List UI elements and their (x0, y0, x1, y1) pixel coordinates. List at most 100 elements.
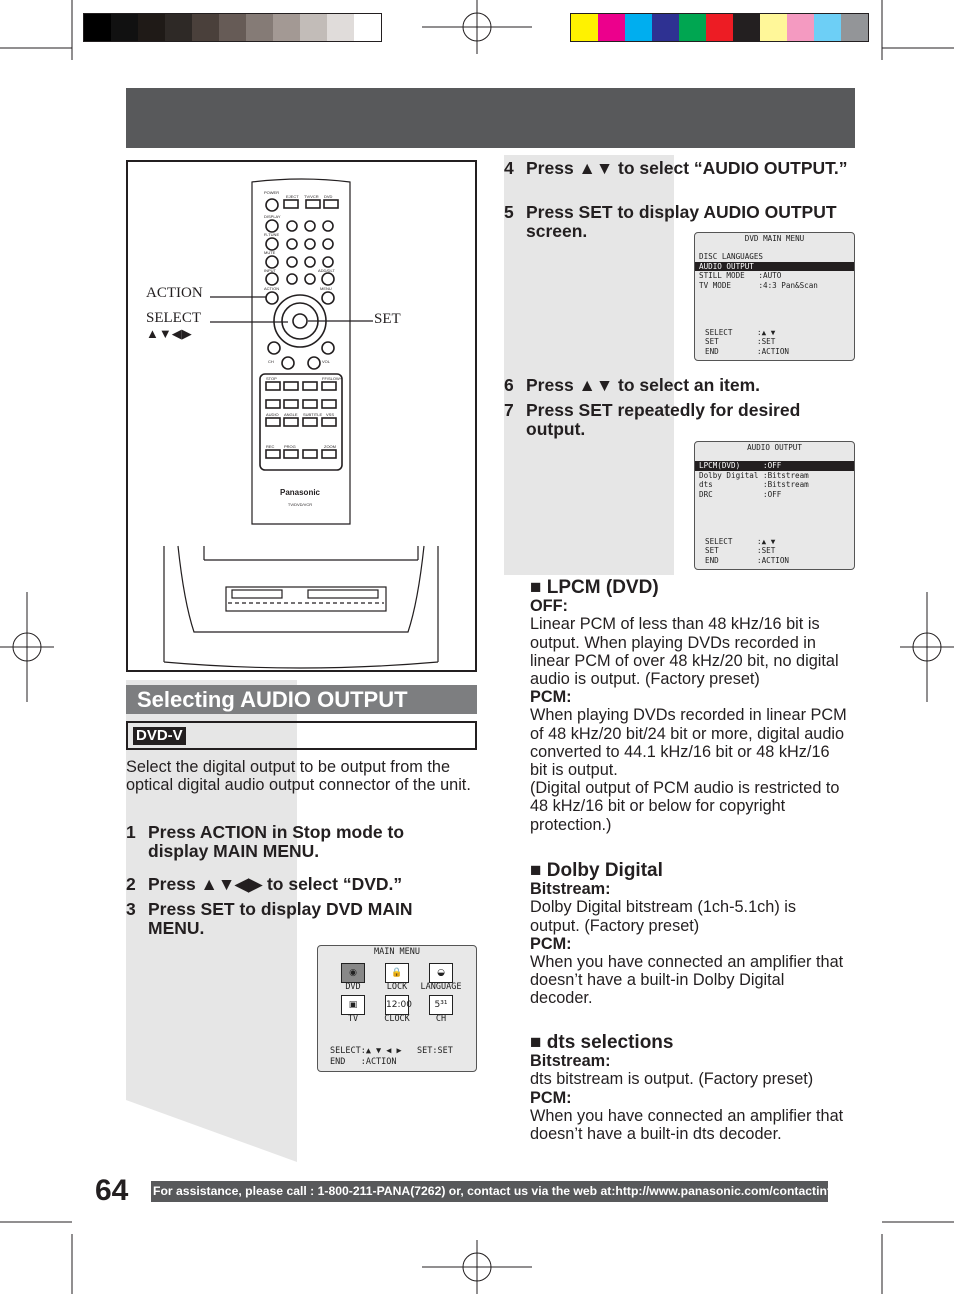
color-swatch (706, 14, 733, 41)
color-swatch (84, 14, 111, 41)
section-title: Selecting AUDIO OUTPUT (126, 685, 477, 714)
subtitle-label: SUBTITLE (303, 412, 322, 417)
menu-item-label: CH (435, 1013, 447, 1024)
dolby-heading: ■ Dolby Digital (530, 860, 663, 881)
lpcm-section: ■ LPCM (DVD) OFF: Linear PCM of less tha… (530, 577, 850, 834)
osd-footer-value: :ACTION (757, 555, 790, 565)
input-label: INPUT (264, 268, 277, 273)
disc-type-box: DVD-V (126, 721, 477, 750)
dolby-bitstream-text: Dolby Digital bitstream (1ch-5.1ch) is o… (530, 898, 797, 935)
dts-pcm-text: When you have connected an amplifier tha… (530, 1106, 844, 1144)
menu-item-label: DVD (345, 982, 361, 993)
osd-footer-row: END :ACTION (705, 556, 789, 565)
dts-pcm-label: PCM: (530, 1088, 572, 1107)
angle-label: ANGLE (284, 412, 298, 417)
model-label: TV/DVD/VCR (288, 502, 312, 507)
prog-label: PROG (284, 444, 296, 449)
rec-label: REC (266, 444, 275, 449)
tvvcr-label: TV/VCR (304, 194, 319, 199)
color-swatch (598, 14, 625, 41)
menu-item-label: TV (347, 1013, 359, 1024)
osd-menu-row[interactable]: DISC LANGUAGES (695, 252, 854, 261)
osd-row-label: LPCM(DVD) (699, 461, 741, 471)
audio-output-title: AUDIO OUTPUT (747, 443, 802, 452)
shade-diagonal (126, 1080, 297, 1162)
adddlt-label: ADD/DLT (318, 268, 335, 273)
color-swatch (787, 14, 814, 41)
osd-menu-row[interactable]: STILL MODE :AUTO (695, 271, 854, 280)
osd-footer-value: :ACTION (757, 346, 790, 356)
osd-row-label: AUDIO OUTPUT (699, 261, 754, 271)
select-callout: SELECT (146, 310, 201, 326)
menu-item-label: CLOCK (384, 1013, 410, 1024)
page-number: 64 (95, 1174, 129, 1207)
menu-item-language[interactable]: ◒ LANGUAGE (419, 963, 463, 992)
dts-heading: ■ dts selections (530, 1032, 674, 1053)
osd-footer-key: SELECT (705, 328, 733, 337)
osd-menu-row[interactable]: DRC :OFF (695, 490, 854, 499)
dolby-pcm-label: PCM: (530, 934, 572, 953)
color-swatch (165, 14, 192, 41)
osd-row-value: :4:3 Pan&Scan (731, 280, 818, 290)
menu-item-ch[interactable]: 5³¹ CH (419, 994, 463, 1024)
lock-icon: 🔒 (385, 963, 409, 984)
dvd-label: DVD (324, 194, 333, 199)
color-swatch (814, 14, 841, 41)
main-menu-footer-end: END :ACTION (330, 1057, 397, 1067)
osd-row-value: :AUTO (744, 271, 782, 281)
color-swatch (327, 14, 354, 41)
main-menu-screen: MAIN MENU ◉ DVD 🔒 LOCK ◒ LANGUAGE ▣ TV 12:00 CLOC… (317, 945, 477, 1072)
power-label: POWER (264, 190, 279, 195)
osd-footer-key: SET (705, 546, 719, 556)
process-color-bar (570, 13, 869, 42)
dolby-bitstream-label: Bitstream: (530, 880, 611, 899)
brand-logo: Panasonic (280, 488, 321, 497)
lpcm-pcm-text: When playing DVDs recorded in linear PCM… (530, 706, 847, 780)
lpcm-heading: ■ LPCM (DVD) (530, 577, 659, 598)
osd-row-label: TV MODE (699, 280, 732, 290)
mute-label: MUTE (264, 250, 276, 255)
main-menu-footer-select: SELECT:▲ ▼ ◀ ▶ SET:SET (330, 1046, 453, 1056)
ff-label: FF/SLOW+ (322, 376, 343, 381)
clock-icon: 12:00 (385, 994, 412, 1015)
eject-label: EJECT (286, 194, 299, 199)
osd-menu-row[interactable]: dts :Bitstream (695, 480, 854, 489)
osd-footer-key: END (705, 555, 719, 565)
lips-icon: ◒ (429, 963, 453, 984)
zoom-label: ZOOM (324, 444, 336, 449)
channel-icon: 5³¹ (429, 994, 453, 1015)
dvd-main-menu-screen: DVD MAIN MENU DISC LANGUAGES AUDIO OUTPUT… (694, 232, 855, 361)
menu-item-dvd[interactable]: ◉ DVD (331, 963, 375, 992)
stop-label: STOP (266, 376, 277, 381)
osd-menu-row[interactable]: AUDIO OUTPUT (695, 261, 854, 272)
osd-row-value: :OFF (712, 489, 782, 499)
lpcm-off-label: OFF: (530, 597, 568, 616)
osd-menu-row[interactable]: TV MODE :4:3 Pan&Scan (695, 281, 854, 290)
menu-item-tv[interactable]: ▣ TV (331, 994, 375, 1024)
menu-item-clock[interactable]: 12:00 CLOCK (375, 994, 419, 1024)
color-swatch (571, 14, 598, 41)
osd-menu-row[interactable]: LPCM(DVD) :OFF (695, 461, 854, 471)
lpcm-pcm-note: (Digital output of PCM audio is restrict… (530, 779, 840, 834)
osd-footer-value: :SET (757, 546, 776, 556)
rtune-label: R-TUNE (264, 232, 279, 237)
menu-item-lock[interactable]: 🔒 LOCK (375, 963, 419, 992)
osd-row-label: STILL MODE (699, 271, 745, 281)
dts-section: ■ dts selections Bitstream: dts bitstrea… (530, 1032, 850, 1144)
color-swatch (111, 14, 138, 41)
header-band (126, 88, 855, 148)
vol-label: VOL (322, 359, 331, 364)
osd-row-label: DRC (699, 489, 713, 499)
menu-item-label: LOCK (386, 982, 408, 993)
dvd-v-badge: DVD-V (133, 727, 186, 745)
osd-row-label: dts (699, 480, 713, 490)
color-swatch (219, 14, 246, 41)
osd-footer-value: :▲ ▼ (757, 537, 776, 546)
remote-illustration-frame: Panasonic TV/DVD/VCR POWER EJECT TV/VCR … (126, 160, 477, 672)
color-swatch (652, 14, 679, 41)
audio-output-screen: AUDIO OUTPUT LPCM(DVD) :OFF Dolby Digital… (694, 441, 855, 570)
osd-menu-row[interactable]: Dolby Digital :Bitstream (695, 471, 854, 480)
dvd-main-menu-title: DVD MAIN MENU (744, 234, 805, 243)
main-menu-title: MAIN MENU (373, 947, 421, 957)
step-7: 7 Press SET repeatedly for desired output… (504, 400, 801, 439)
